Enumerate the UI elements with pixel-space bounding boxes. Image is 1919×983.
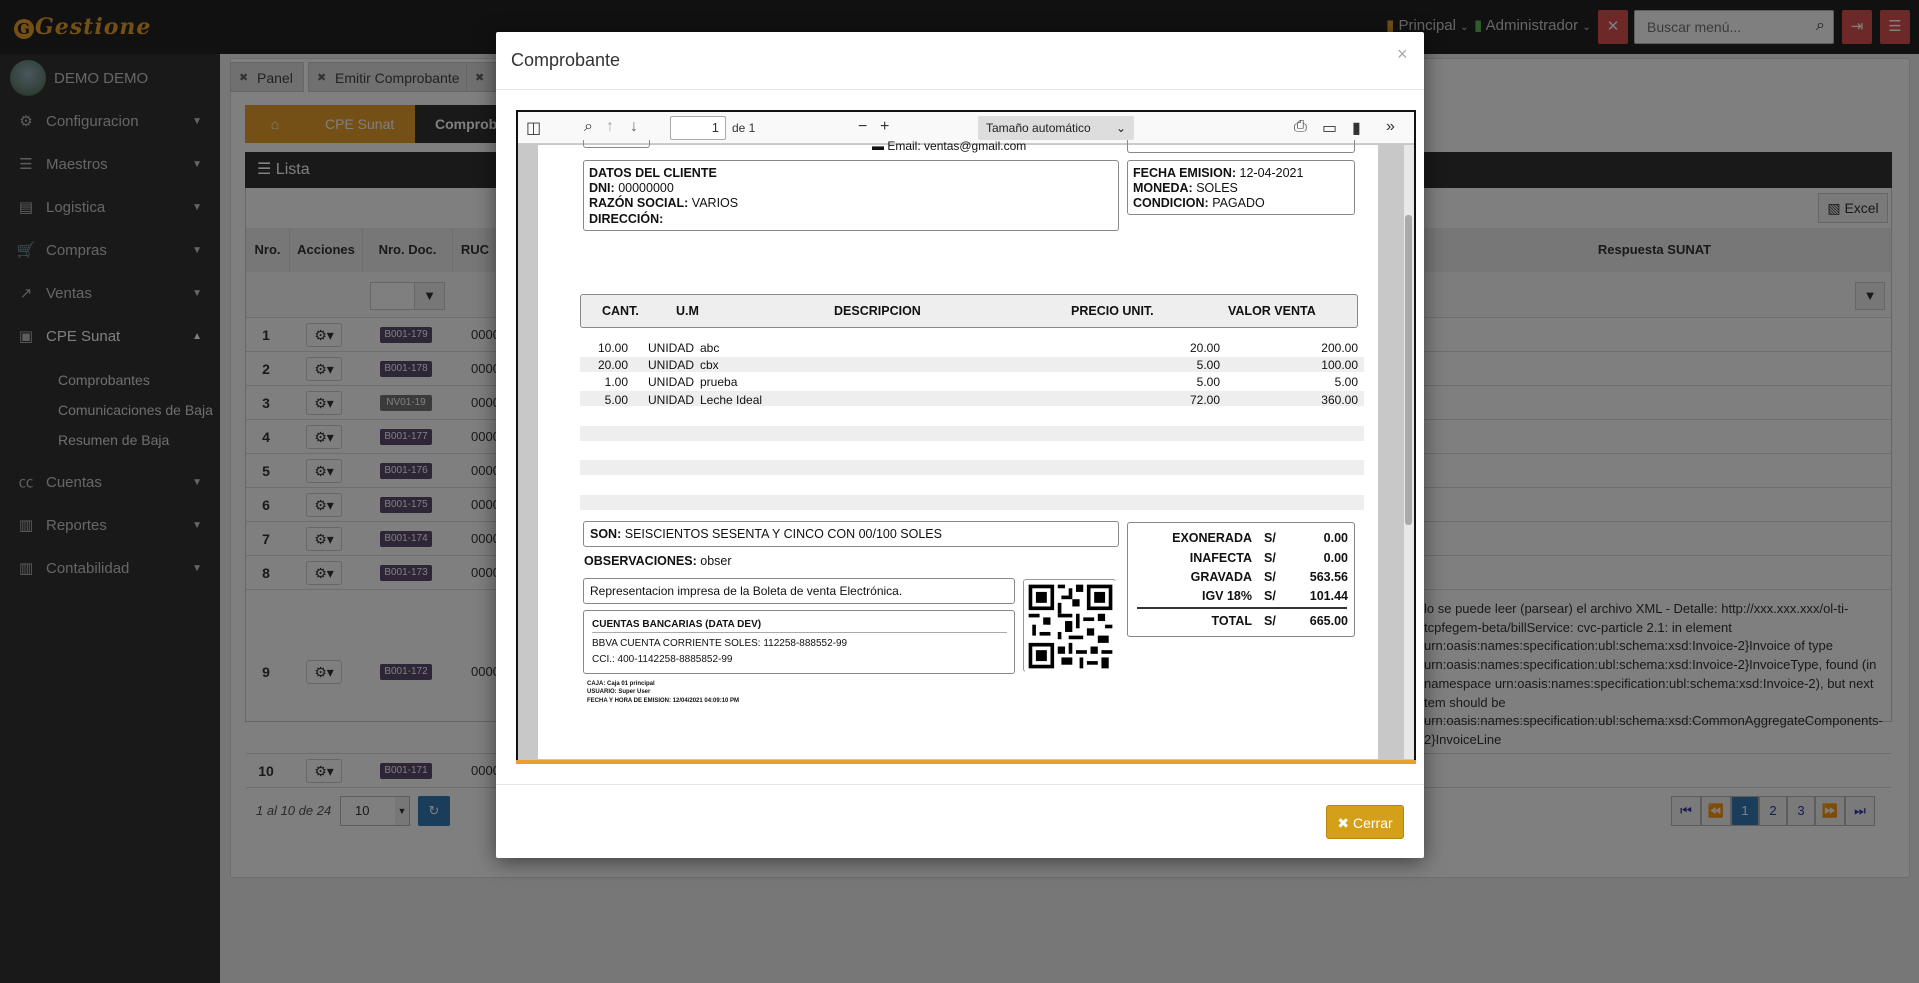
arrow-down-icon[interactable]: ↓ [630,118,638,136]
bank-heading: CUENTAS BANCARIAS (DATA DEV) [592,619,762,630]
bank-line: BBVA CUENTA CORRIENTE SOLES: 112258-8885… [592,638,848,649]
viewer-bottom-bar [516,760,1416,764]
page-count: de 1 [732,121,756,135]
client-heading: DATOS DEL CLIENTE [589,166,717,180]
envelope-icon: ▬ [872,139,884,153]
item-stripe [580,426,1364,441]
totals-divider [1137,607,1347,609]
search-icon[interactable]: ⌕ [584,118,593,136]
caja-text: CAJA: Caja 01 principal [587,681,655,687]
pdf-scrollbar-thumb[interactable] [1405,215,1412,525]
col-um: U.M [676,304,699,318]
close-icon: ✖ [1337,815,1350,831]
item-stripe [580,357,1364,372]
client-razon: RAZÓN SOCIAL: VARIOS [589,196,739,210]
bank-line: CCI.: 400-1142258-8885852-99 [592,654,733,665]
tools-icon[interactable]: » [1386,118,1395,136]
bookmark-icon[interactable]: ▮ [1352,118,1361,138]
modal-divider [496,89,1424,90]
zoom-select[interactable]: Tamaño automático ⌄ [978,116,1134,140]
bank-divider [592,632,1007,633]
item-stripe [580,391,1364,406]
item-stripe [580,495,1364,510]
moneda: MONEDA: SOLES [1133,181,1238,195]
observaciones: OBSERVACIONES: obser [584,554,732,568]
print-icon[interactable]: ⎙ [1294,118,1307,136]
arrow-up-icon[interactable]: ↑ [606,118,614,136]
modal-footer-divider [496,784,1424,785]
header-box-fragment [583,140,650,148]
header-box-fragment [1127,140,1355,153]
client-dni: DNI: 00000000 [589,181,674,195]
open-file-icon[interactable]: ▭ [1322,118,1337,138]
qr-code [1023,579,1116,672]
cerrar-button[interactable]: ✖ Cerrar [1326,805,1404,839]
chevron-down-icon: ⌄ [1115,121,1126,135]
zoom-out-icon[interactable]: − [858,118,867,136]
fecha-hora-text: FECHA Y HORA DE EMISION: 12/04/2021 04:0… [587,698,740,704]
repr-text: Representacion impresa de la Boleta de v… [590,584,903,598]
col-desc: DESCRIPCION [834,304,921,318]
sidebar-toggle-icon[interactable]: ◫ [526,118,541,138]
page-number-input[interactable]: 1 [670,116,726,140]
son-text: SON: SEISCIENTOS SESENTA Y CINCO CON 00/… [590,527,942,541]
client-direccion: DIRECCIÓN: [589,212,664,226]
item-stripe [580,460,1364,475]
company-email: ▬ Email: ventas@gmail.com [872,139,1027,153]
col-cant: CANT. [602,304,639,318]
col-valor: VALOR VENTA [1228,304,1316,318]
col-precio: PRECIO UNIT. [1071,304,1154,318]
modal-title: Comprobante [511,50,621,70]
close-icon[interactable]: × [1397,44,1408,65]
condicion: CONDICION: PAGADO [1133,196,1265,210]
usuario-text: USUARIO: Super User [587,689,651,695]
zoom-in-icon[interactable]: + [880,118,889,136]
fecha-emision: FECHA EMISION: 12-04-2021 [1133,166,1304,180]
